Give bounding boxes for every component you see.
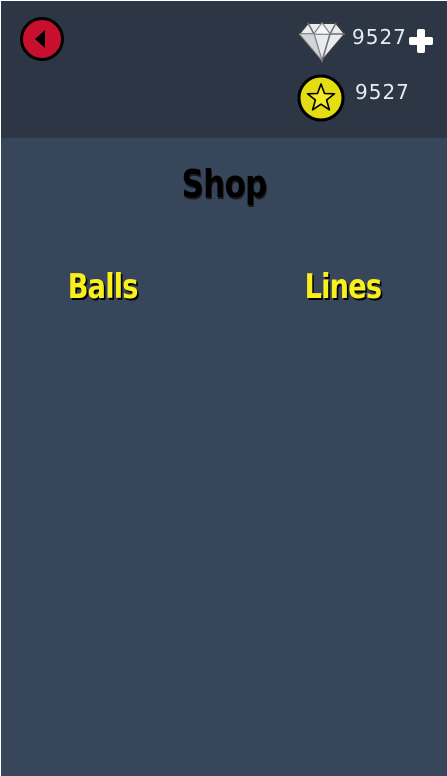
tab-balls[interactable]: Balls [68,267,139,307]
star-coin-icon [297,74,345,122]
add-gems-button[interactable] [407,27,435,55]
gem-count: 9527 [352,25,407,49]
tab-lines[interactable]: Lines [305,267,382,307]
back-arrow-icon [20,17,64,61]
back-button[interactable] [20,17,64,61]
currency-header: 9527 9527 [1,1,447,138]
page-title: Shop [181,162,267,206]
shop-screen: 9527 9527 Shop Balls Lines [1,1,447,776]
diamond-icon [298,21,346,63]
coin-count: 9527 [355,80,410,104]
plus-icon [409,29,433,53]
